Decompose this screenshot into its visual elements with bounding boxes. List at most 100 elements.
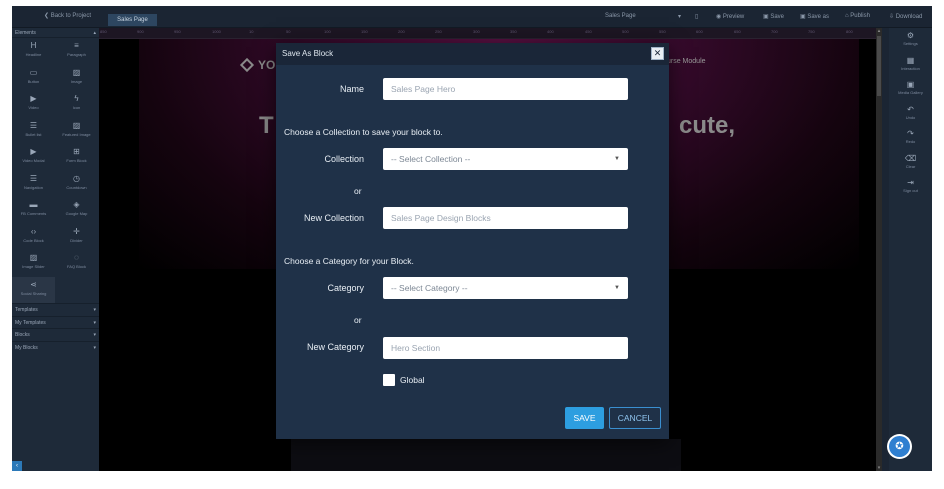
paragraph-icon: ≡	[74, 41, 79, 50]
preview-button[interactable]: ◉ Preview	[716, 13, 744, 20]
ruler-tick-label: 100	[324, 29, 331, 34]
logo-text: YO	[258, 58, 276, 72]
logo-diamond-icon	[239, 57, 255, 73]
save-as-block-dialog: Save As Block ✕ Name Sales Page Hero Cho…	[276, 43, 669, 439]
dialog-header: Save As Block ✕	[276, 43, 669, 65]
section-my-blocks[interactable]: My Blocks ▾	[12, 340, 99, 354]
elements-header[interactable]: Elements ▴	[12, 28, 99, 38]
element-countdown[interactable]: ◷ Countdown	[55, 171, 98, 198]
category-label: Category	[327, 283, 364, 293]
ruler-tick-label: 300	[473, 29, 480, 34]
page-tab[interactable]: Sales Page	[108, 14, 157, 26]
media-gallery-button[interactable]: ▣ Media Gallery	[889, 77, 932, 102]
interaction-button[interactable]: ▦ Interaction	[889, 53, 932, 78]
element-divider[interactable]: ✛ Divider	[55, 224, 98, 251]
undo-button[interactable]: ↶ Undo	[889, 102, 932, 127]
page-select-value: Sales Page	[605, 13, 636, 19]
form-icon: ⊞	[73, 147, 80, 156]
hero-headline-left[interactable]: T	[259, 112, 274, 140]
faq-icon: ◌	[74, 253, 79, 262]
element-button[interactable]: ▭ Button	[12, 65, 55, 92]
scroll-down-icon[interactable]: ▾	[876, 465, 882, 471]
category-select[interactable]: -- Select Category -- ▼	[383, 277, 628, 299]
element-label: Image Slider	[22, 264, 45, 269]
section-label: My Templates	[15, 319, 46, 326]
hero-headline-right[interactable]: cute,	[679, 112, 735, 140]
hero-nav-link[interactable]: urse Module	[667, 58, 706, 65]
device-toggle-button[interactable]: ▯	[695, 13, 698, 20]
collapse-panel-button[interactable]: ‹	[12, 461, 22, 471]
ruler-tick-label: 750	[808, 29, 815, 34]
ruler-tick-label: 700	[771, 29, 778, 34]
element-icon[interactable]: ϟ Icon	[55, 91, 98, 118]
ruler-tick-label: 800	[846, 29, 853, 34]
ruler-tick-label: 1000	[212, 29, 221, 34]
global-checkbox[interactable]	[383, 374, 395, 386]
chat-support-button[interactable]: ✪	[889, 436, 910, 457]
element-featured-image[interactable]: ▨ Featured Image	[55, 118, 98, 145]
sign-out-button[interactable]: ⇥ Sign out	[889, 175, 932, 200]
ruler-tick-label: 600	[696, 29, 703, 34]
element-headline[interactable]: H Headline	[12, 38, 55, 65]
caret-down-icon: ▾	[93, 332, 96, 338]
clear-button[interactable]: ⌫ Clear	[889, 151, 932, 176]
scroll-up-icon[interactable]: ▴	[876, 28, 882, 34]
ruler-tick-label: 850	[100, 29, 107, 34]
new-collection-input[interactable]: Sales Page Design Blocks	[383, 207, 628, 229]
scrollbar-thumb[interactable]	[877, 36, 881, 96]
element-paragraph[interactable]: ≡ Paragraph	[55, 38, 98, 65]
page-select[interactable]: Sales Page ▾	[605, 13, 681, 20]
cancel-button[interactable]: CANCEL	[609, 407, 661, 429]
caret-down-icon: ▼	[614, 285, 620, 291]
canvas-scrollbar[interactable]: ▴ ▾	[876, 28, 882, 471]
element-image[interactable]: ▨ Image	[55, 65, 98, 92]
element-label: Button	[27, 78, 40, 84]
element-label: Code Block	[23, 237, 44, 243]
download-button[interactable]: ⇩ Download	[889, 13, 922, 20]
tool-label: Clear	[905, 163, 916, 169]
redo-button[interactable]: ↷ Redo	[889, 126, 932, 151]
section-templates[interactable]: Templates ▾	[12, 303, 99, 316]
element-form-block[interactable]: ⊞ Form Block	[55, 144, 98, 171]
element-navigation[interactable]: ☰ Navigation	[12, 171, 55, 198]
save-button[interactable]: ▣ Save	[763, 13, 784, 20]
ruler-tick-label: 10	[249, 29, 254, 34]
new-category-input[interactable]: Hero Section	[383, 337, 628, 359]
chevron-left-icon: ‹	[16, 463, 18, 469]
video-icon: ▶	[30, 94, 37, 103]
save-as-button[interactable]: ▣ Save as	[800, 13, 829, 20]
element-image-slider[interactable]: ▨ Image Slider	[12, 250, 55, 277]
caret-down-icon: ▾	[93, 307, 96, 313]
button-icon: ▭	[29, 67, 38, 77]
publish-button[interactable]: ⌂ Publish	[845, 13, 870, 19]
close-button[interactable]: ✕	[651, 47, 664, 60]
element-code-block[interactable]: ‹› Code Block	[12, 224, 55, 251]
bolt-icon: ϟ	[74, 94, 79, 103]
settings-button[interactable]: ⚙ Settings	[889, 28, 932, 53]
save-icon: ▣	[763, 14, 769, 20]
element-faq-block[interactable]: ◌ FAQ Block	[55, 250, 98, 277]
section-blocks[interactable]: Blocks ▾	[12, 328, 99, 341]
clock-icon: ◷	[73, 173, 80, 183]
collection-select[interactable]: -- Select Collection -- ▼	[383, 148, 628, 170]
element-social-sharing[interactable]: ⋖ Social Sharing	[12, 276, 55, 303]
list-icon: ☰	[29, 120, 38, 130]
element-fb-comments[interactable]: ▬ FB Comments	[12, 197, 55, 224]
new-collection-label: New Collection	[303, 213, 364, 223]
ruler-tick-label: 250	[435, 29, 442, 34]
back-to-project-link[interactable]: ❮ Back to Project	[44, 12, 91, 19]
map-icon: ◈	[73, 200, 80, 209]
right-toolbar: ⚙ Settings ▦ Interaction ▣ Media Gallery ↶ U…	[889, 28, 932, 471]
element-google-map[interactable]: ◈ Google Map	[55, 197, 98, 224]
ruler-tick-label: 550	[659, 29, 666, 34]
save-button[interactable]: SAVE	[565, 407, 604, 429]
ruler-tick-label: 50	[286, 29, 291, 34]
element-video[interactable]: ▶ Video	[12, 91, 55, 118]
element-video-modal[interactable]: ▶ Video Modal	[12, 144, 55, 171]
name-input[interactable]: Sales Page Hero	[383, 78, 628, 100]
hero-logo[interactable]: YO	[239, 57, 276, 73]
element-bullet-list[interactable]: ☰ Bullet list	[12, 118, 55, 145]
section-my-templates[interactable]: My Templates ▾	[12, 315, 99, 329]
new-category-label: New Category	[306, 342, 364, 352]
content-block[interactable]	[291, 439, 681, 471]
